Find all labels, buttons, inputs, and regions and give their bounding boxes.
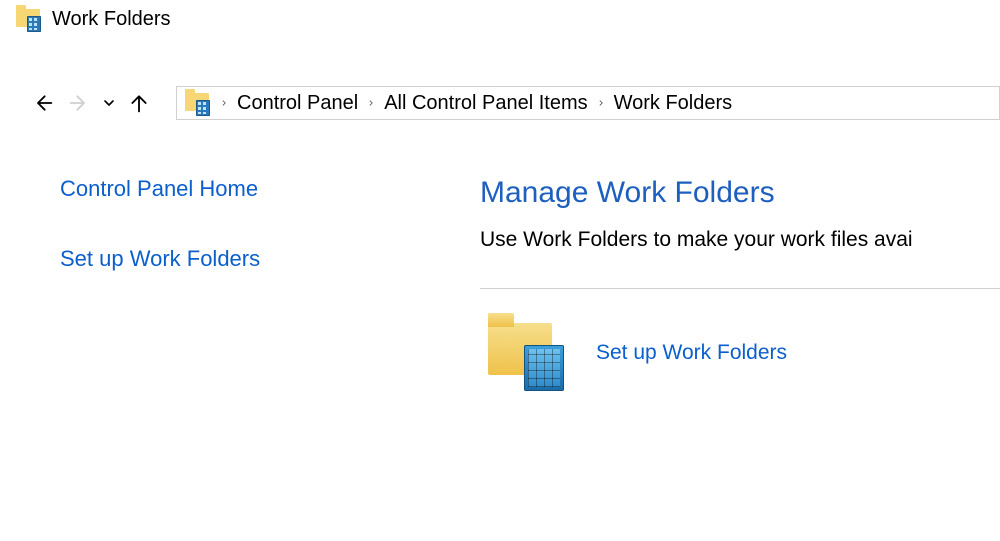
control-panel-home-link[interactable]: Control Panel Home [60,176,480,202]
chevron-right-icon [221,98,227,108]
address-bar-icon [177,91,217,115]
breadcrumb-all-items[interactable]: All Control Panel Items [378,92,593,115]
nav-row: Control Panel All Control Panel Items Wo… [0,86,1000,120]
setup-work-folders-link[interactable]: Set up Work Folders [596,341,787,365]
breadcrumb-control-panel[interactable]: Control Panel [231,92,364,115]
window-titlebar: Work Folders [0,0,1000,34]
chevron-right-icon [368,98,374,108]
chevron-right-icon [598,98,604,108]
main-content: Control Panel Home Set up Work Folders M… [0,176,1000,389]
arrow-right-icon [69,93,89,113]
arrow-left-icon [33,93,53,113]
back-button[interactable] [28,88,58,118]
breadcrumb-work-folders[interactable]: Work Folders [608,92,739,115]
address-bar[interactable]: Control Panel All Control Panel Items Wo… [176,86,1000,120]
page-heading: Manage Work Folders [480,176,1000,210]
setup-work-folders-link-side[interactable]: Set up Work Folders [60,246,480,272]
history-dropdown[interactable] [100,97,118,109]
chevron-down-icon [103,97,115,109]
breadcrumb-sep[interactable] [217,98,231,108]
divider [480,288,1000,289]
content-area: Manage Work Folders Use Work Folders to … [480,176,1000,389]
breadcrumb-sep[interactable] [364,98,378,108]
window-title: Work Folders [52,8,171,31]
work-folders-large-icon [488,317,560,389]
page-description: Use Work Folders to make your work files… [480,228,1000,252]
forward-button[interactable] [64,88,94,118]
setup-row: Set up Work Folders [480,317,1000,389]
breadcrumb-sep[interactable] [594,98,608,108]
arrow-up-icon [129,93,149,113]
up-button[interactable] [124,88,154,118]
work-folders-icon [16,7,40,31]
side-panel: Control Panel Home Set up Work Folders [0,176,480,389]
work-folders-icon [185,91,209,115]
